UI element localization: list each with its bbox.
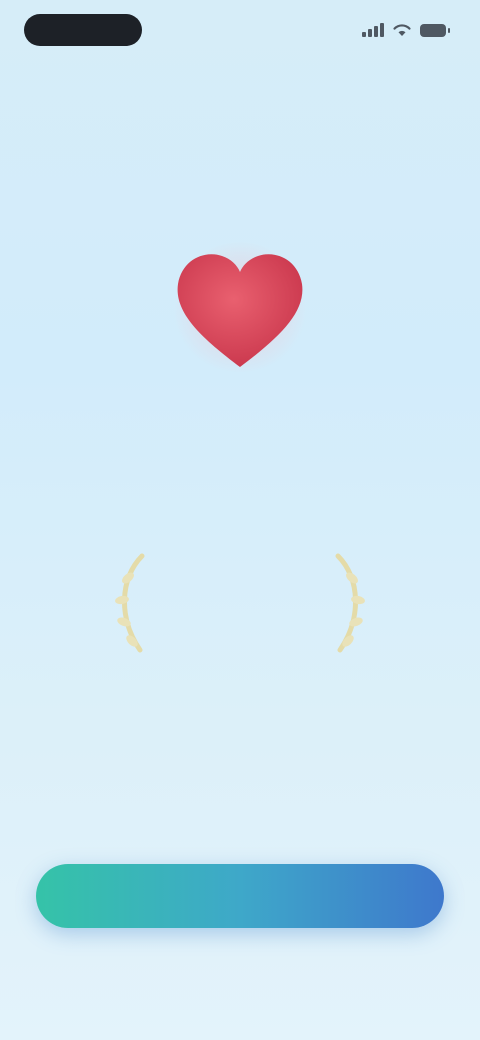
laurel-right-icon <box>335 553 365 653</box>
status-time-pill <box>24 14 142 46</box>
laurel-left-icon <box>115 553 145 653</box>
status-bar <box>0 0 480 60</box>
battery-icon <box>420 23 450 37</box>
award-badge <box>110 548 370 658</box>
status-icons <box>362 20 450 40</box>
wifi-icon <box>393 24 411 36</box>
signal-icon <box>362 23 384 37</box>
get-started-button[interactable] <box>36 864 444 928</box>
heart-icon <box>177 254 303 367</box>
heart-logo <box>160 232 320 382</box>
